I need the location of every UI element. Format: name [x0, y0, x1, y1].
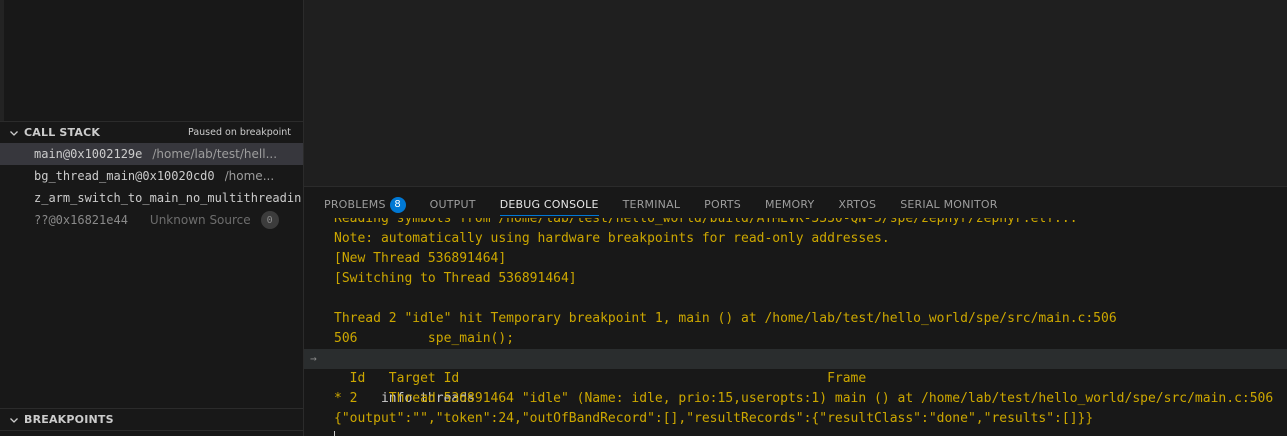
- chevron-down-icon: [10, 130, 18, 136]
- tab-label: XRTOS: [838, 198, 877, 211]
- chevron-down-icon: [10, 417, 18, 423]
- stack-frame[interactable]: z_arm_switch_to_main_no_multithreadin: [0, 187, 303, 209]
- tab-label: TERMINAL: [622, 198, 681, 211]
- arrow-right-icon: →: [310, 352, 317, 365]
- console-line: [New Thread 536891464]: [334, 251, 507, 266]
- breakpoints-body: [0, 430, 303, 436]
- tab-serial-monitor[interactable]: SERIAL MONITOR: [900, 187, 997, 222]
- sidebar-scrollbar[interactable]: [0, 0, 4, 121]
- paused-status: Paused on breakpoint: [188, 127, 291, 138]
- console-input-cursor[interactable]: [334, 431, 335, 436]
- problems-count-badge: 8: [389, 196, 406, 213]
- breakpoints-title: BREAKPOINTS: [24, 413, 114, 426]
- console-line: Reading symbols from /home/lab/test/hell…: [334, 218, 1078, 226]
- tab-label: PORTS: [704, 198, 741, 211]
- tab-label: MEMORY: [765, 198, 815, 211]
- tab-label: DEBUG CONSOLE: [499, 198, 599, 211]
- console-line: Thread 2 "idle" hit Temporary breakpoint…: [334, 311, 1117, 326]
- tab-label: OUTPUT: [429, 198, 476, 211]
- call-stack-header[interactable]: CALL STACK Paused on breakpoint: [0, 121, 303, 143]
- tab-label: SERIAL MONITOR: [900, 198, 998, 211]
- tab-label: PROBLEMS: [324, 198, 386, 211]
- breakpoints-header[interactable]: BREAKPOINTS: [0, 408, 303, 430]
- debug-console-output[interactable]: Reading symbols from /home/lab/test/hell…: [304, 218, 1287, 436]
- console-line: {"output":"","token":24,"outOfBandRecord…: [334, 411, 1094, 426]
- stack-frame[interactable]: bg_thread_main@0x10020cd0 /home...: [0, 165, 303, 187]
- debug-sidebar: CALL STACK Paused on breakpoint main@0x1…: [0, 0, 304, 436]
- bottom-panel: PROBLEMS 8 OUTPUT DEBUG CONSOLE TERMINAL…: [304, 186, 1287, 436]
- console-line: [Switching to Thread 536891464]: [334, 271, 577, 286]
- editor-area: [304, 0, 1287, 186]
- frame-source: /home/lab/test/hell...: [152, 147, 278, 161]
- console-input-echo: → info threads: [304, 349, 1287, 406]
- frame-source: /home...: [224, 169, 275, 183]
- tab-output[interactable]: OUTPUT: [430, 187, 476, 222]
- tab-problems[interactable]: PROBLEMS 8: [324, 187, 406, 222]
- frame-function: bg_thread_main@0x10020cd0: [34, 169, 215, 183]
- tab-memory[interactable]: MEMORY: [765, 187, 814, 222]
- call-stack-frames: main@0x1002129e /home/lab/test/hell... b…: [0, 143, 303, 231]
- stack-frame[interactable]: main@0x1002129e /home/lab/test/hell...: [0, 143, 303, 165]
- frame-badge: 0: [260, 211, 279, 229]
- stack-frame[interactable]: ??@0x16821e44 Unknown Source 0: [0, 209, 303, 231]
- tab-terminal[interactable]: TERMINAL: [623, 187, 681, 222]
- tab-xrtos[interactable]: XRTOS: [838, 187, 876, 222]
- frame-function: main@0x1002129e: [34, 147, 143, 161]
- tab-ports[interactable]: PORTS: [704, 187, 741, 222]
- tab-debug-console[interactable]: DEBUG CONSOLE: [499, 187, 599, 222]
- frame-function: z_arm_switch_to_main_no_multithreadin: [34, 191, 302, 205]
- console-line: Id Target Id Frame: [334, 371, 875, 386]
- panel-tabs: PROBLEMS 8 OUTPUT DEBUG CONSOLE TERMINAL…: [304, 187, 1287, 222]
- frame-function: ??@0x16821e44: [34, 213, 128, 227]
- call-stack-title: CALL STACK: [24, 126, 101, 139]
- frame-source: Unknown Source: [149, 213, 251, 227]
- sidebar-upper-section: [0, 0, 303, 121]
- console-line: * 2 Thread 536891464 "idle" (Name: idle,…: [334, 391, 1274, 406]
- console-line: Note: automatically using hardware break…: [334, 231, 890, 246]
- console-line: 506 spe_main();: [334, 331, 515, 346]
